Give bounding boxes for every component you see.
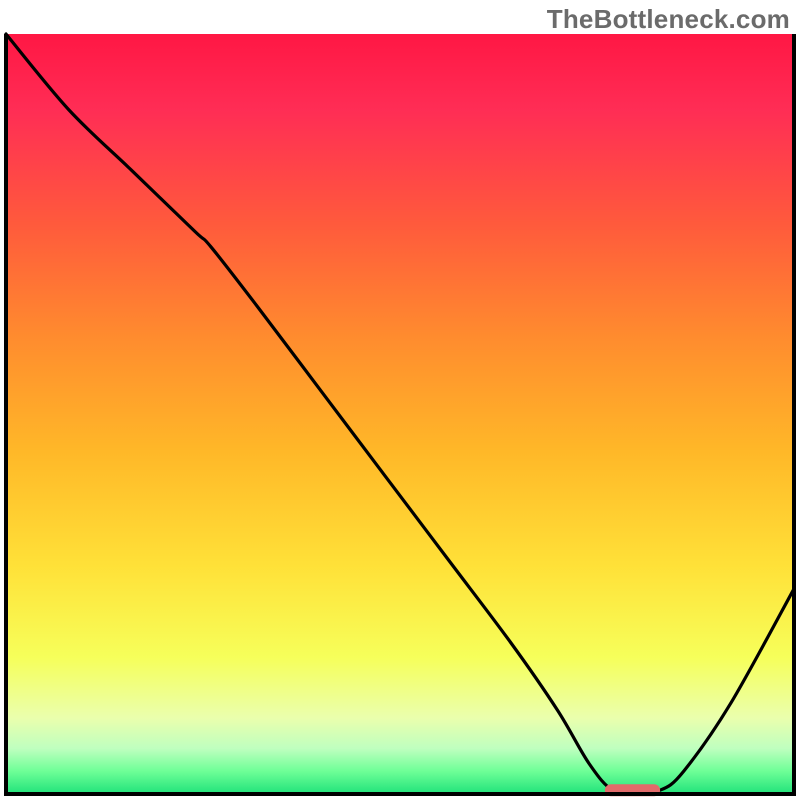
- bottleneck-gradient-chart: [0, 0, 800, 800]
- plot-area: [6, 34, 794, 796]
- heat-gradient-bg: [6, 34, 794, 794]
- chart-stage: TheBottleneck.com: [0, 0, 800, 800]
